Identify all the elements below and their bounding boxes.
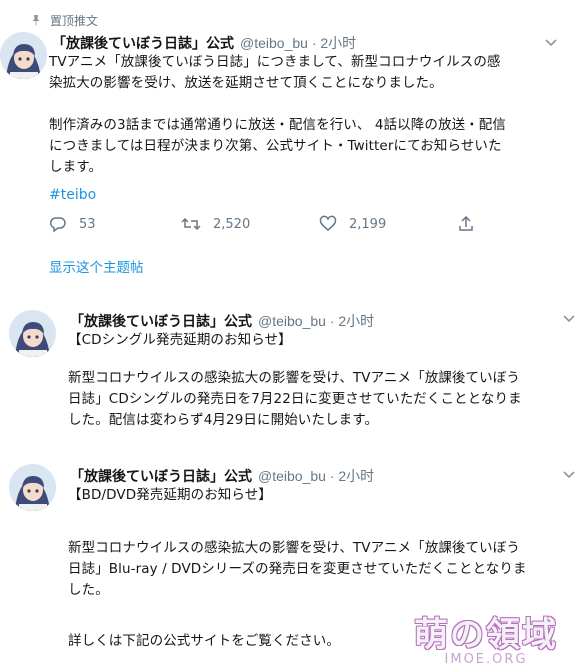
chevron-down-icon[interactable] bbox=[562, 470, 576, 480]
text-line: 日誌」CDシングルの発売日を7月22日に変更させていただくこととなりま bbox=[68, 391, 522, 407]
reply-icon bbox=[49, 217, 66, 233]
text-line: 【BD/DVD発売延期のお知らせ】 bbox=[68, 487, 272, 503]
tweet-text: 【CDシングル発売延期のお知らせ】 新型コロナウイルスの感染拡大の影響を受け、T… bbox=[68, 330, 522, 431]
share-button[interactable] bbox=[457, 215, 487, 233]
text-line bbox=[49, 94, 506, 115]
text-line: した。 bbox=[68, 582, 109, 598]
handle-time[interactable]: @teibo_bu · 2小时 bbox=[258, 466, 374, 486]
text-line: した。配信は変わらず4月29日に開始いたします。 bbox=[68, 412, 379, 428]
tweet-header: 「放課後ていぼう日誌」公式 @teibo_bu · 2小时 bbox=[70, 466, 374, 486]
text-line: 新型コロナウイルスの感染拡大の影響を受け、TVアニメ「放課後ていぼう bbox=[68, 540, 520, 556]
avatar-image bbox=[0, 32, 47, 79]
handle-time[interactable]: @teibo_bu · 2小时 bbox=[240, 33, 356, 53]
text-line bbox=[68, 351, 522, 368]
tweet-header: 「放課後ていぼう日誌」公式 @teibo_bu · 2小时 bbox=[52, 33, 356, 53]
tweet-actions: 53 2,520 2,199 bbox=[49, 215, 487, 233]
chevron-down-icon[interactable] bbox=[544, 38, 558, 48]
avatar[interactable] bbox=[0, 32, 47, 79]
handle-time[interactable]: @teibo_bu · 2小时 bbox=[258, 311, 374, 331]
heart-icon bbox=[319, 215, 337, 231]
display-name[interactable]: 「放課後ていぼう日誌」公式 bbox=[70, 311, 252, 331]
text-line: 日誌」Blu-ray / DVDシリーズの発売日を変更させていただくこととなりま bbox=[68, 561, 527, 577]
watermark: 萌の領域 IMOE.ORG bbox=[414, 607, 558, 667]
text-line: します。 bbox=[49, 159, 103, 175]
text-line: 染拡大の影響を受け、放送を延期させて頂くことになりました。 bbox=[49, 75, 443, 91]
like-button[interactable]: 2,199 bbox=[319, 215, 457, 233]
text-line: 制作済みの3話までは通常通りに放送・配信を行い、 4話以降の放送・配信 bbox=[49, 117, 506, 133]
retweet-button[interactable]: 2,520 bbox=[181, 215, 319, 233]
avatar[interactable] bbox=[9, 464, 56, 511]
pinned-label: 置顶推文 bbox=[50, 13, 99, 28]
chevron-down-icon[interactable] bbox=[562, 314, 576, 324]
text-line: TVアニメ「放課後ていぼう日誌」につきまして、新型コロナウイルスの感 bbox=[49, 54, 501, 70]
avatar-image bbox=[9, 310, 56, 357]
pin-icon bbox=[32, 15, 40, 26]
text-line bbox=[68, 506, 527, 522]
show-thread-link[interactable]: 显示这个主题帖 bbox=[49, 256, 144, 276]
text-line: につきましては日程が決まり次第、公式サイト・Twitterにてお知らせいた bbox=[49, 138, 502, 154]
hashtag-link[interactable]: #teibo bbox=[49, 187, 96, 203]
avatar-image bbox=[9, 464, 56, 511]
avatar[interactable] bbox=[9, 310, 56, 357]
share-icon bbox=[459, 215, 473, 231]
like-count: 2,199 bbox=[349, 216, 387, 232]
display-name[interactable]: 「放課後ていぼう日誌」公式 bbox=[70, 466, 252, 486]
reply-count: 53 bbox=[79, 216, 96, 232]
tweet-text: TVアニメ「放課後ていぼう日誌」につきまして、新型コロナウイルスの感 染拡大の影… bbox=[49, 52, 506, 178]
text-line: 【CDシングル発売延期のお知らせ】 bbox=[68, 332, 292, 348]
text-line: 新型コロナウイルスの感染拡大の影響を受け、TVアニメ「放課後ていぼう bbox=[68, 370, 520, 386]
tweet-header: 「放課後ていぼう日誌」公式 @teibo_bu · 2小时 bbox=[70, 311, 374, 331]
display-name[interactable]: 「放課後ていぼう日誌」公式 bbox=[52, 33, 234, 53]
pinned-indicator: 置顶推文 bbox=[30, 10, 98, 30]
retweet-icon bbox=[181, 217, 201, 231]
text-line bbox=[68, 522, 527, 538]
retweet-count: 2,520 bbox=[213, 216, 251, 232]
reply-button[interactable]: 53 bbox=[49, 215, 181, 233]
watermark-logo-text: 萌の領域 bbox=[414, 615, 558, 655]
